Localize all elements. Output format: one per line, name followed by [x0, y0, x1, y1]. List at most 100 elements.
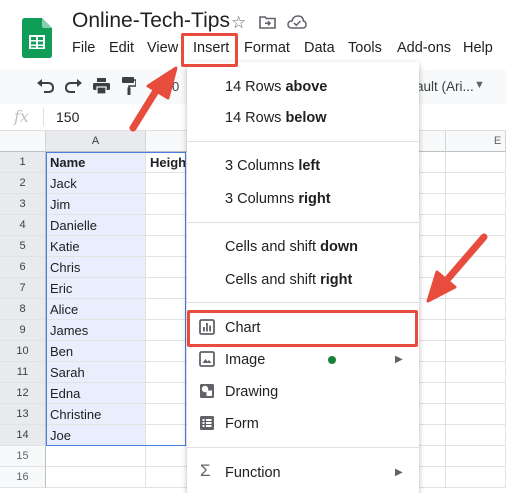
cell[interactable]: Christine — [46, 404, 146, 425]
menu-addons[interactable]: Add-ons — [397, 40, 451, 56]
insert-cells-shift-right[interactable]: Cells and shift right — [187, 265, 419, 295]
row-header[interactable]: 15 — [0, 446, 46, 467]
cell[interactable]: Jim — [46, 194, 146, 215]
insert-form[interactable]: Form — [187, 409, 419, 439]
cell[interactable] — [446, 278, 506, 299]
paint-format-icon[interactable] — [122, 77, 136, 95]
cell[interactable] — [446, 425, 506, 446]
insert-image[interactable]: Image ▶ — [187, 345, 419, 375]
insert-rows-below[interactable]: 14 Rows below — [187, 103, 419, 133]
insert-cells-shift-right-bold: right — [320, 272, 353, 288]
drawing-icon — [200, 384, 214, 398]
row-header[interactable]: 5 — [0, 236, 46, 257]
cell[interactable] — [46, 467, 146, 488]
cell[interactable]: Eric — [46, 278, 146, 299]
cell[interactable]: Jack — [46, 173, 146, 194]
cell[interactable] — [446, 194, 506, 215]
menu-format[interactable]: Format — [244, 40, 290, 56]
google-sheets-logo-icon[interactable] — [22, 18, 52, 58]
row-header[interactable]: 1 — [0, 152, 46, 173]
row-header[interactable]: 3 — [0, 194, 46, 215]
zoom-partial[interactable]: 0 — [172, 79, 179, 94]
font-family-select[interactable]: ault (Ari... — [416, 79, 474, 94]
cell[interactable] — [46, 446, 146, 467]
row-header[interactable]: 7 — [0, 278, 46, 299]
cloud-saved-icon[interactable] — [287, 15, 307, 29]
menu-divider — [187, 302, 419, 303]
insert-rows-above[interactable]: 14 Rows above — [187, 72, 419, 102]
row-header[interactable]: 10 — [0, 341, 46, 362]
cell[interactable]: Sarah — [46, 362, 146, 383]
submenu-arrow-icon: ▶ — [395, 354, 403, 365]
document-title[interactable]: Online-Tech-Tips — [72, 9, 230, 33]
cell[interactable]: Katie — [46, 236, 146, 257]
row-header[interactable]: 12 — [0, 383, 46, 404]
cell[interactable]: Name — [46, 152, 146, 173]
new-feature-dot — [328, 356, 336, 364]
star-icon[interactable]: ☆ — [231, 13, 246, 33]
insert-columns-left[interactable]: 3 Columns left — [187, 151, 419, 181]
menu-tools[interactable]: Tools — [348, 40, 382, 56]
formula-divider — [43, 108, 44, 126]
cell[interactable]: James — [46, 320, 146, 341]
cell[interactable]: Alice — [46, 299, 146, 320]
cell[interactable]: Joe — [46, 425, 146, 446]
cell[interactable] — [446, 320, 506, 341]
cell[interactable] — [446, 404, 506, 425]
row-header[interactable]: 8 — [0, 299, 46, 320]
menu-file[interactable]: File — [72, 40, 95, 56]
row-header[interactable]: 16 — [0, 467, 46, 488]
insert-rows-above-bold: above — [285, 79, 328, 95]
cell[interactable]: Ben — [46, 341, 146, 362]
redo-icon[interactable] — [65, 79, 83, 93]
cell[interactable] — [446, 152, 506, 173]
insert-columns-left-label: 3 Columns — [225, 158, 299, 174]
menu-edit[interactable]: Edit — [109, 40, 134, 56]
cell[interactable] — [446, 236, 506, 257]
insert-cells-shift-right-label: Cells and shift — [225, 272, 321, 288]
insert-columns-right-bold: right — [298, 191, 331, 207]
formula-input[interactable]: 150 — [56, 109, 79, 125]
row-header[interactable]: 13 — [0, 404, 46, 425]
row-header[interactable]: 6 — [0, 257, 46, 278]
insert-cells-shift-down[interactable]: Cells and shift down — [187, 232, 419, 262]
menu-help[interactable]: Help — [463, 40, 493, 56]
cell[interactable] — [446, 383, 506, 404]
menu-data[interactable]: Data — [304, 40, 335, 56]
cell[interactable] — [446, 173, 506, 194]
insert-function-label: Function — [225, 465, 281, 481]
cell[interactable] — [446, 257, 506, 278]
select-all-corner[interactable] — [0, 131, 46, 152]
insert-rows-above-label: 14 Rows — [225, 79, 286, 95]
print-icon[interactable] — [93, 78, 110, 94]
cell[interactable] — [446, 341, 506, 362]
undo-icon[interactable] — [36, 79, 54, 93]
cell[interactable]: Edna — [46, 383, 146, 404]
insert-columns-right-label: 3 Columns — [225, 191, 299, 207]
insert-drawing-label: Drawing — [225, 384, 279, 400]
cell[interactable] — [446, 446, 506, 467]
insert-function[interactable]: Σ Function ▶ — [187, 458, 419, 488]
insert-menu-dropdown: 14 Rows above 14 Rows below 3 Columns le… — [187, 62, 419, 493]
move-to-folder-icon[interactable] — [259, 15, 276, 29]
insert-columns-right[interactable]: 3 Columns right — [187, 184, 419, 214]
cell[interactable]: Chris — [46, 257, 146, 278]
row-header[interactable]: 4 — [0, 215, 46, 236]
annotation-chart-highlight — [187, 310, 418, 347]
fx-icon: fx — [14, 107, 29, 126]
menu-view[interactable]: View — [147, 40, 178, 56]
cell[interactable] — [446, 299, 506, 320]
annotation-insert-highlight — [181, 33, 238, 67]
column-header-a[interactable]: A — [46, 131, 146, 152]
cell[interactable] — [446, 362, 506, 383]
cell[interactable] — [446, 215, 506, 236]
cell[interactable] — [446, 467, 506, 488]
insert-drawing[interactable]: Drawing — [187, 377, 419, 407]
font-dropdown-caret-icon[interactable]: ▼ — [474, 79, 485, 91]
row-header[interactable]: 14 — [0, 425, 46, 446]
cell[interactable]: Danielle — [46, 215, 146, 236]
row-header[interactable]: 9 — [0, 320, 46, 341]
row-header[interactable]: 2 — [0, 173, 46, 194]
row-header[interactable]: 11 — [0, 362, 46, 383]
column-header-e[interactable]: E — [446, 131, 506, 152]
